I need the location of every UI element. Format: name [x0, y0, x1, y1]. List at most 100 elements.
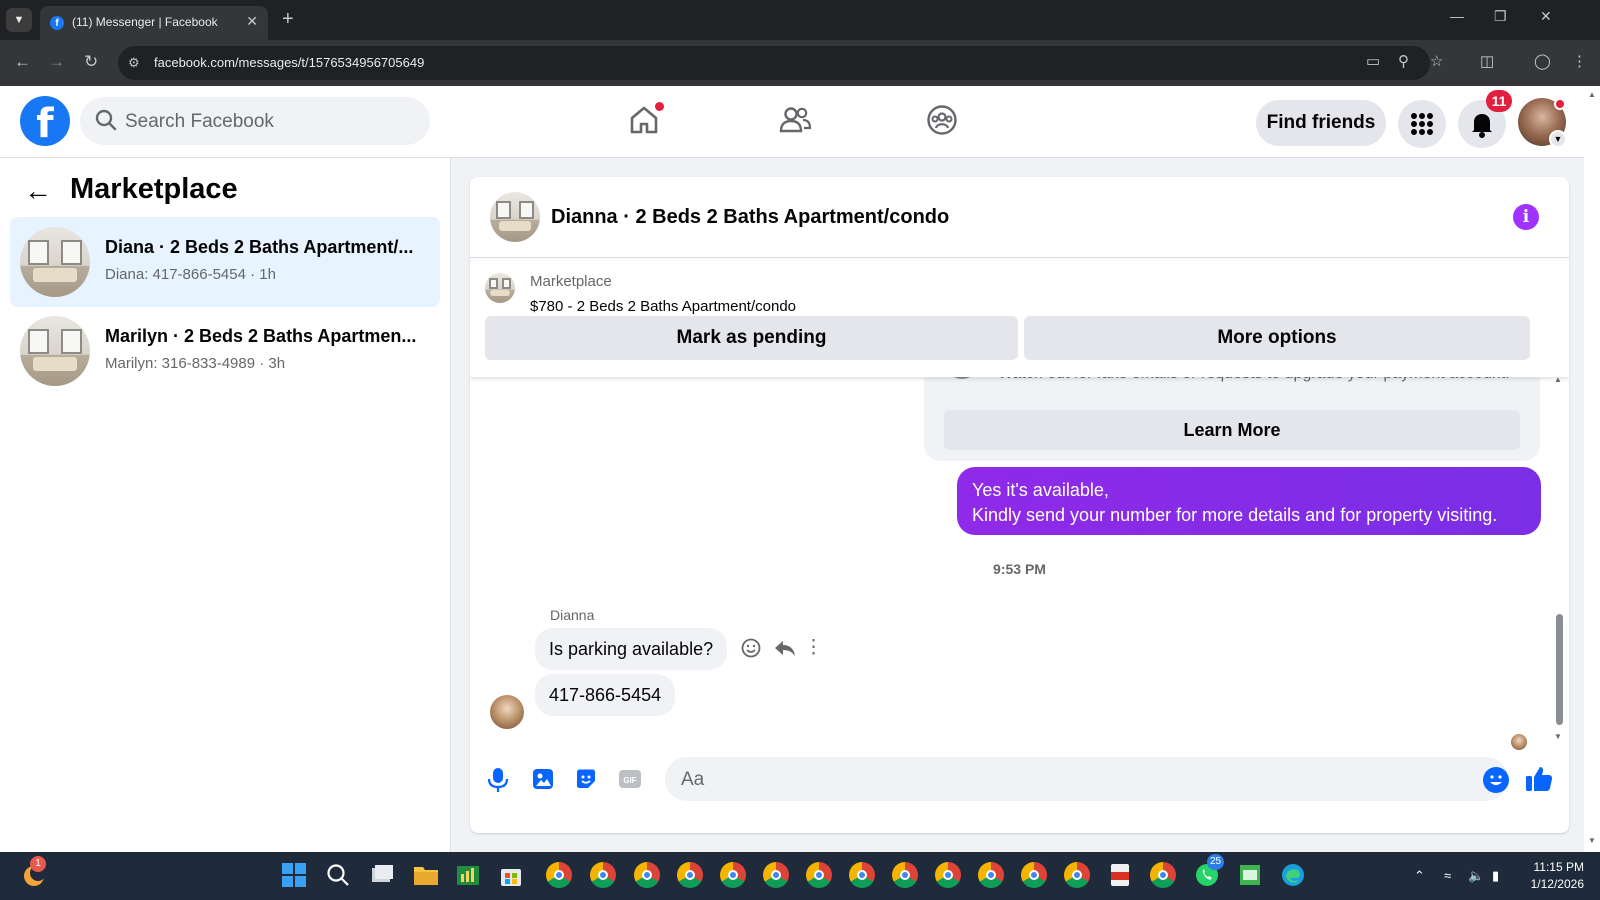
page-scroll-up-arrow[interactable]: ▲: [1588, 90, 1596, 99]
page-scroll-down-arrow[interactable]: ▼: [1588, 836, 1596, 845]
window-close-button[interactable]: ✕: [1540, 8, 1552, 25]
task-view-icon[interactable]: [369, 862, 397, 890]
gif-icon[interactable]: GIF: [618, 767, 642, 791]
cast-icon[interactable]: ▭: [1366, 52, 1380, 70]
browser-tab[interactable]: f (11) Messenger | Facebook ✕: [40, 6, 268, 40]
reload-button[interactable]: ↻: [84, 52, 98, 72]
message-input-placeholder: Aa: [681, 769, 705, 790]
marketplace-label: Marketplace: [530, 273, 612, 290]
reply-icon[interactable]: [773, 637, 797, 659]
volume-icon[interactable]: 🔈: [1468, 868, 1484, 884]
chat-panel: Dianna · 2 Beds 2 Baths Apartment/condo …: [470, 177, 1569, 833]
back-button[interactable]: ←: [14, 52, 31, 72]
tab-title: (11) Messenger | Facebook: [72, 15, 218, 29]
browser-menu-icon[interactable]: ⋮: [1572, 52, 1587, 70]
conversation-preview: Marilyn: 316-833-4989 · 3h: [105, 355, 286, 372]
friends-icon[interactable]: [778, 104, 812, 136]
new-tab-button[interactable]: +: [282, 8, 294, 31]
bookmark-star-icon[interactable]: ☆: [1430, 52, 1443, 70]
chrome-app-icon[interactable]: [978, 862, 1006, 890]
stocks-app-icon[interactable]: [455, 862, 483, 890]
info-icon[interactable]: i: [1513, 204, 1539, 230]
wifi-icon[interactable]: ≈: [1444, 868, 1451, 883]
forward-button[interactable]: →: [48, 52, 65, 72]
chat-title[interactable]: Dianna · 2 Beds 2 Baths Apartment/condo: [551, 206, 949, 229]
incoming-message[interactable]: 417-866-5454: [535, 674, 676, 716]
pdf-app-icon[interactable]: [1107, 862, 1135, 890]
spreadsheet-app-icon[interactable]: [1237, 862, 1265, 890]
chrome-app-icon[interactable]: [1021, 862, 1049, 890]
chrome-app-icon[interactable]: [546, 862, 574, 890]
taskbar-search-icon[interactable]: [325, 862, 353, 890]
outgoing-message-line: Yes it's available,: [972, 480, 1109, 500]
profile-icon[interactable]: ◯: [1534, 52, 1551, 70]
search-placeholder: Search Facebook: [125, 111, 274, 132]
incoming-message[interactable]: Is parking available?: [535, 628, 728, 670]
chrome-app-icon[interactable]: [590, 862, 618, 890]
home-notification-dot: [655, 102, 664, 111]
edge-browser-icon[interactable]: [1280, 862, 1308, 890]
battery-icon[interactable]: ▮: [1492, 868, 1499, 884]
tab-list-button[interactable]: ▼: [6, 8, 32, 32]
widget-badge: 1: [30, 856, 46, 872]
message-input[interactable]: Aa: [665, 757, 1508, 801]
conversation-item-marilyn[interactable]: Marilyn · 2 Beds 2 Baths Apartmen... Mar…: [10, 306, 440, 396]
sticker-icon[interactable]: [574, 767, 598, 791]
tab-close-icon[interactable]: ✕: [246, 13, 258, 30]
react-emoji-icon[interactable]: [740, 637, 762, 659]
restore-button[interactable]: ❐: [1494, 8, 1507, 25]
back-arrow-icon[interactable]: ←: [24, 175, 52, 207]
svg-text:GIF: GIF: [623, 776, 636, 785]
chrome-app-icon[interactable]: [849, 862, 877, 890]
conversation-item-diana[interactable]: Diana · 2 Beds 2 Baths Apartment/... Dia…: [10, 217, 440, 307]
message-timestamp: 9:53 PM: [993, 561, 1046, 577]
chrome-app-icon[interactable]: [806, 862, 834, 890]
menu-button[interactable]: [1398, 100, 1446, 148]
search-icon: [95, 109, 117, 131]
conversation-name: Diana · 2 Beds 2 Baths Apartment/...: [105, 237, 414, 257]
url-text: facebook.com/messages/t/1576534956705649: [154, 55, 425, 70]
facebook-logo-icon[interactable]: f: [20, 96, 70, 147]
zoom-icon[interactable]: ⚲: [1398, 52, 1409, 70]
sender-avatar[interactable]: [490, 695, 524, 729]
url-bar[interactable]: ⚙ facebook.com/messages/t/15765349567056…: [118, 46, 1430, 80]
chrome-app-icon[interactable]: [935, 862, 963, 890]
message-scrollbar[interactable]: [1556, 614, 1563, 725]
search-input[interactable]: Search Facebook: [80, 97, 430, 145]
emoji-icon[interactable]: [1483, 767, 1509, 793]
chrome-app-icon[interactable]: [1064, 862, 1092, 890]
chevron-down-icon[interactable]: ▼: [1549, 130, 1567, 148]
notification-badge: 11: [1486, 90, 1512, 112]
windows-start-icon[interactable]: [281, 862, 309, 890]
minimize-button[interactable]: —: [1450, 8, 1464, 24]
microphone-icon[interactable]: [487, 767, 509, 793]
learn-more-button[interactable]: Learn More: [944, 410, 1520, 450]
chrome-app-icon[interactable]: [1150, 862, 1178, 890]
outgoing-message[interactable]: Yes it's available, Kindly send your num…: [957, 467, 1541, 535]
sender-name: Dianna: [550, 607, 595, 623]
scroll-down-arrow[interactable]: ▼: [1554, 732, 1562, 741]
find-friends-button[interactable]: Find friends: [1256, 100, 1386, 146]
microsoft-store-icon[interactable]: [498, 862, 526, 890]
groups-icon[interactable]: [926, 104, 958, 136]
chrome-app-icon[interactable]: [763, 862, 791, 890]
chrome-app-icon[interactable]: [892, 862, 920, 890]
more-actions-icon[interactable]: ⋮: [804, 636, 823, 659]
listing-title[interactable]: $780 - 2 Beds 2 Baths Apartment/condo: [530, 298, 796, 315]
chrome-app-icon[interactable]: [720, 862, 748, 890]
more-options-button[interactable]: More options: [1024, 316, 1530, 360]
extensions-icon[interactable]: ◫: [1480, 52, 1494, 70]
photo-icon[interactable]: [531, 767, 555, 791]
chat-listing-thumbnail[interactable]: [490, 192, 540, 242]
chrome-app-icon[interactable]: [677, 862, 705, 890]
page-scrollbar[interactable]: ▲ ▼: [1584, 86, 1600, 852]
system-clock[interactable]: 11:15 PM 1/12/2026: [1514, 859, 1584, 893]
listing-thumbnail: [20, 227, 90, 297]
marketplace-conversation-list: ← Marketplace Diana · 2 Beds 2 Baths Apa…: [0, 158, 451, 852]
like-thumbs-up-icon[interactable]: [1524, 764, 1554, 794]
chrome-app-icon[interactable]: [634, 862, 662, 890]
tray-expand-icon[interactable]: ⌃: [1414, 868, 1425, 884]
mark-as-pending-button[interactable]: Mark as pending: [485, 316, 1018, 360]
file-explorer-icon[interactable]: [412, 862, 440, 890]
site-info-icon[interactable]: ⚙: [128, 55, 140, 71]
